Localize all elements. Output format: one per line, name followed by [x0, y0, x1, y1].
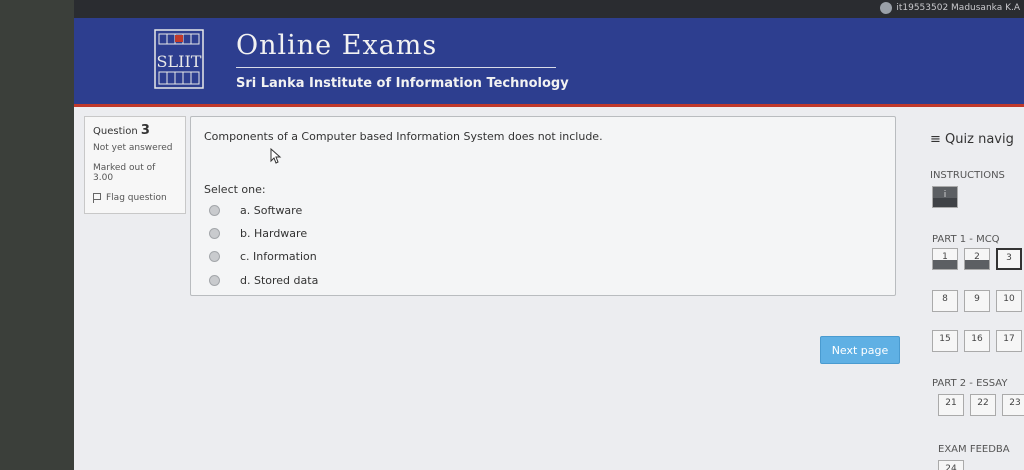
flag-icon — [93, 193, 102, 203]
logo-text: SLIIT — [157, 52, 202, 71]
marks-value: 3.00 — [93, 173, 114, 183]
nav-question-10[interactable]: 10 — [996, 290, 1022, 312]
flag-question-label: Flag question — [106, 193, 167, 203]
title-divider — [236, 67, 556, 68]
option-c[interactable]: c. Information — [209, 250, 317, 263]
nav-question-9[interactable]: 9 — [964, 290, 990, 312]
marks-info: Marked out of 3.00 — [93, 163, 155, 183]
nav-question-15[interactable]: 15 — [932, 330, 958, 352]
question-text: Components of a Computer based Informati… — [204, 130, 603, 143]
browser-screen: it19553502 Madusanka K.A SLIIT Online Ex… — [74, 0, 1024, 470]
question-number: Question 3 — [93, 123, 150, 138]
option-d-radio[interactable] — [209, 275, 220, 286]
sliit-logo[interactable]: SLIIT — [154, 28, 204, 90]
instructions-label: INSTRUCTIONS — [930, 170, 1005, 181]
question-label: Question — [93, 126, 138, 137]
nav-instructions-button[interactable]: i — [932, 186, 958, 208]
option-b[interactable]: b. Hardware — [209, 227, 307, 240]
part2-label: PART 2 - ESSAY — [932, 378, 1008, 389]
option-b-radio[interactable] — [209, 228, 220, 239]
nav-question-23[interactable]: 23 — [1002, 394, 1024, 416]
nav-question-8[interactable]: 8 — [932, 290, 958, 312]
site-subtitle: Sri Lanka Institute of Information Techn… — [236, 76, 569, 91]
option-d-label: d. Stored data — [240, 274, 319, 287]
user-avatar-icon — [880, 2, 893, 14]
site-title: Online Exams — [236, 30, 438, 61]
flag-question-link[interactable]: Flag question — [93, 193, 167, 203]
user-name: it19553502 Madusanka K.A — [896, 3, 1020, 13]
next-page-button[interactable]: Next page — [820, 336, 900, 364]
option-a-label: a. Software — [240, 204, 303, 217]
nav-question-21[interactable]: 21 — [938, 394, 964, 416]
user-menu[interactable]: it19553502 Madusanka K.A — [880, 2, 1020, 14]
question-panel: Components of a Computer based Informati… — [190, 116, 896, 296]
question-info-panel: Question 3 Not yet answered Marked out o… — [84, 116, 186, 214]
nav-question-24[interactable]: 24 — [938, 460, 964, 470]
nav-question-3[interactable]: 3 — [996, 248, 1022, 270]
nav-question-16[interactable]: 16 — [964, 330, 990, 352]
option-a[interactable]: a. Software — [209, 204, 302, 217]
option-d[interactable]: d. Stored data — [209, 274, 318, 287]
part1-label: PART 1 - MCQ — [932, 234, 1000, 245]
quiz-navigation: ≡ Quiz navig INSTRUCTIONS i PART 1 - MCQ… — [928, 128, 1024, 470]
quiz-nav-title-text: Quiz navig — [945, 132, 1014, 147]
mouse-cursor-icon — [270, 148, 282, 164]
option-c-label: c. Information — [240, 250, 317, 263]
nav-question-2[interactable]: 2 — [964, 248, 990, 270]
option-c-radio[interactable] — [209, 251, 220, 262]
exam-feedback-label: EXAM FEEDBA — [938, 444, 1010, 455]
nav-question-17[interactable]: 17 — [996, 330, 1022, 352]
hamburger-icon[interactable]: ≡ — [930, 132, 941, 147]
site-header: SLIIT Online Exams Sri Lanka Institute o… — [74, 18, 1024, 107]
top-bar: it19553502 Madusanka K.A — [74, 0, 1024, 18]
question-number-value: 3 — [140, 123, 150, 138]
select-one-label: Select one: — [204, 183, 266, 196]
answer-state: Not yet answered — [93, 143, 173, 153]
nav-question-1[interactable]: 1 — [932, 248, 958, 270]
quiz-nav-title: ≡ Quiz navig — [930, 132, 1014, 147]
marked-out-of-label: Marked out of — [93, 163, 156, 173]
nav-question-22[interactable]: 22 — [970, 394, 996, 416]
option-b-label: b. Hardware — [240, 227, 308, 240]
option-a-radio[interactable] — [209, 205, 220, 216]
